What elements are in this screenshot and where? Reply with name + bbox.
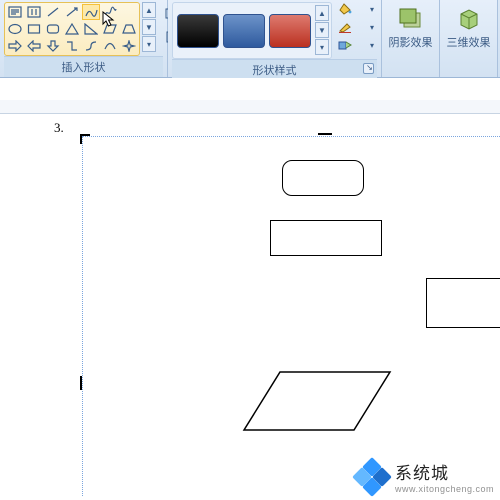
shape-parallelogram[interactable] — [101, 21, 119, 37]
horizontal-ruler[interactable] — [0, 100, 500, 114]
cube-icon — [454, 4, 484, 32]
shape-connector-curved[interactable] — [82, 38, 100, 54]
group-shape-styles: ▲ ▼ ▾ ▾ ▾ ▾ 形状样式 — [168, 0, 382, 77]
shape-right-triangle[interactable] — [82, 21, 100, 37]
shape-connector-elbow[interactable] — [63, 38, 81, 54]
insert-shape-label-text: 插入形状 — [62, 62, 106, 74]
watermark-title: 系统城 — [395, 459, 494, 484]
style-swatch-red[interactable] — [269, 14, 311, 48]
shadow-effects-dropdown[interactable]: 阴影效果 — [386, 2, 435, 52]
chevron-down-icon: ▾ — [370, 23, 374, 32]
shape-rounded-rectangle[interactable] — [44, 21, 62, 37]
ribbon: ▲ ▼ ▾ A 插入形状 ▲ — [0, 0, 500, 78]
gallery-down[interactable]: ▼ — [142, 19, 156, 35]
shape-style-tools: ▾ ▾ ▾ — [338, 2, 374, 52]
style-gallery-down[interactable]: ▼ — [315, 22, 329, 38]
style-gallery[interactable]: ▲ ▼ ▾ — [172, 2, 332, 59]
shape-arrow-left[interactable] — [25, 38, 43, 54]
shape-triangle[interactable] — [63, 21, 81, 37]
shadow-label: 阴影效果 — [389, 34, 433, 50]
watermark-logo-icon — [355, 460, 389, 494]
watermark: 系统城 www.xitongcheng.com — [355, 459, 494, 494]
threeD-label: 三维效果 — [447, 34, 491, 50]
chevron-down-icon: ▾ — [370, 41, 374, 50]
shape-arrow-line[interactable] — [63, 4, 81, 20]
watermark-url: www.xitongcheng.com — [395, 484, 494, 494]
shape-arrow-right[interactable] — [6, 38, 24, 54]
style-gallery-more[interactable]: ▾ — [315, 39, 329, 55]
shape-scribble[interactable] — [101, 4, 119, 20]
list-number: 3. — [54, 120, 64, 136]
style-swatch-blue[interactable] — [223, 14, 265, 48]
group-3d-effects: 三维效果 — [440, 0, 498, 77]
canvas-shape-rect-2[interactable] — [426, 278, 500, 328]
shape-ellipse[interactable] — [6, 21, 24, 37]
canvas-shape-rounded-rect[interactable] — [282, 160, 364, 196]
shape-vertical-text-box[interactable] — [25, 4, 43, 20]
crop-mark-top-left — [80, 134, 90, 144]
crop-mark-top-right — [318, 133, 332, 143]
column-guide-left — [82, 136, 83, 496]
shape-freeform-highlight[interactable] — [82, 4, 100, 20]
shape-arrow-down[interactable] — [44, 38, 62, 54]
gallery-more[interactable]: ▾ — [142, 36, 156, 52]
group-insert-shapes: ▲ ▼ ▾ A 插入形状 — [0, 0, 168, 77]
shape-rectangle[interactable] — [25, 21, 43, 37]
change-shape-dropdown[interactable]: ▾ — [338, 38, 374, 52]
shape-star4[interactable] — [120, 38, 138, 54]
style-swatch-black[interactable] — [177, 14, 219, 48]
dialog-launcher-icon[interactable] — [363, 63, 374, 74]
chevron-down-icon: ▾ — [370, 5, 374, 14]
shape-outline-dropdown[interactable]: ▾ — [338, 20, 374, 34]
shape-text-box[interactable] — [6, 4, 24, 20]
shape-line[interactable] — [44, 4, 62, 20]
group-label-insert-shapes: 插入形状 — [4, 56, 163, 77]
column-guide-top — [82, 136, 500, 137]
threeD-effects-dropdown[interactable]: 三维效果 — [444, 2, 493, 52]
gallery-more-buttons: ▲ ▼ ▾ — [142, 2, 156, 53]
style-gallery-up[interactable]: ▲ — [315, 5, 329, 21]
group-shadow-effects: 阴影效果 — [382, 0, 440, 77]
shadow-icon — [396, 4, 426, 32]
gallery-up[interactable]: ▲ — [142, 2, 156, 18]
shape-curve[interactable] — [101, 38, 119, 54]
shape-fill-dropdown[interactable]: ▾ — [338, 2, 374, 16]
page[interactable]: 3. — [82, 126, 500, 496]
group-label-shape-styles: 形状样式 — [172, 59, 377, 80]
shapes-gallery[interactable] — [4, 2, 140, 56]
shape-trapezoid[interactable] — [120, 21, 138, 37]
canvas-shape-rect-1[interactable] — [270, 220, 382, 256]
canvas-shape-parallelogram[interactable] — [242, 370, 392, 432]
crop-mark-bottom-left — [80, 376, 82, 390]
document-area: 3. 系统城 www.xitongcheng.com — [0, 78, 500, 500]
shape-styles-label-text: 形状样式 — [253, 65, 297, 77]
